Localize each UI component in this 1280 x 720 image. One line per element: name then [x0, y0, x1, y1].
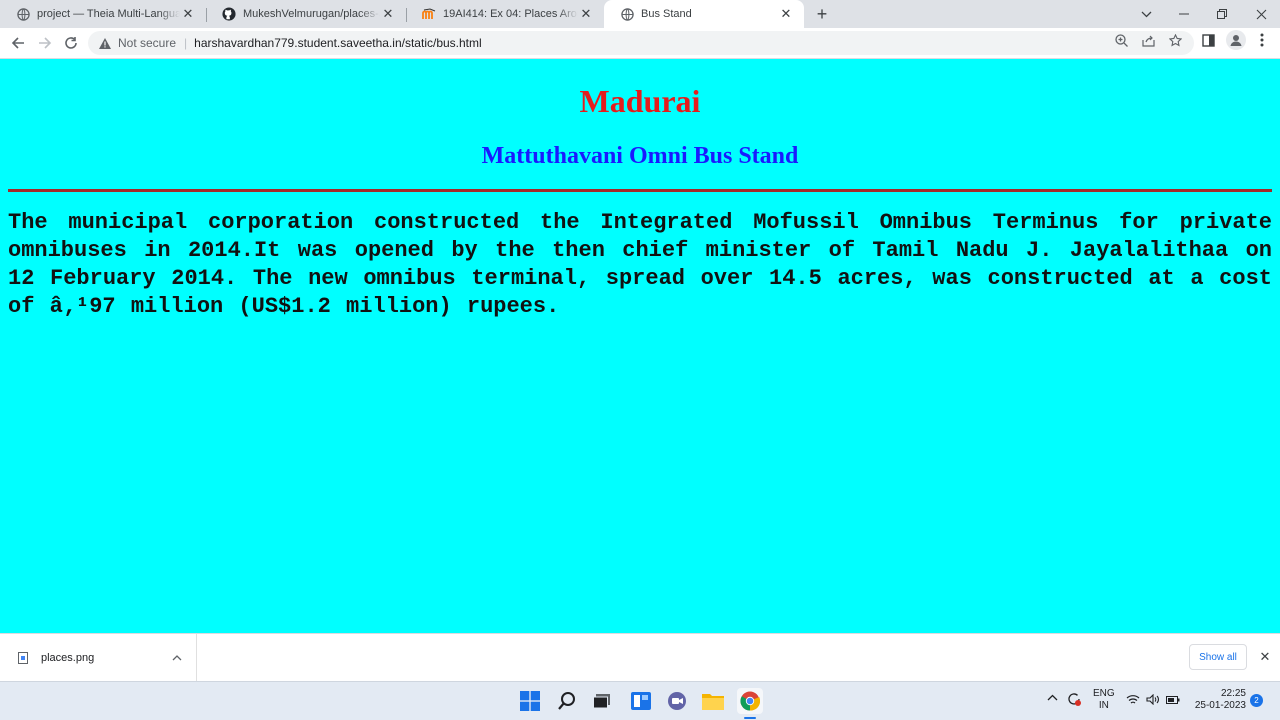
search-icon[interactable] — [554, 688, 580, 714]
download-file-name[interactable]: places.png — [41, 652, 172, 664]
close-icon[interactable]: ✕ — [380, 6, 396, 22]
tab-github[interactable]: MukeshVelmurugan/places-arou ✕ — [206, 0, 406, 28]
divider: | — [184, 36, 188, 50]
notification-badge[interactable]: 2 — [1250, 694, 1263, 707]
region-code: IN — [1098, 700, 1109, 711]
address-bar[interactable]: Not secure | harshavardhan779.student.sa… — [88, 31, 1194, 55]
clock-time: 22:25 — [1220, 688, 1246, 699]
task-view-icon[interactable] — [589, 688, 615, 714]
chevron-up-icon[interactable] — [1047, 693, 1058, 704]
clock[interactable]: 22:25 25-01-2023 — [1190, 688, 1246, 712]
volume-icon[interactable] — [1146, 693, 1159, 708]
widgets-icon[interactable] — [628, 688, 654, 714]
wifi-icon[interactable] — [1126, 694, 1140, 708]
windows-start-icon[interactable] — [517, 688, 543, 714]
zoom-icon[interactable] — [1113, 32, 1129, 48]
teams-chat-icon[interactable] — [664, 688, 690, 714]
reload-icon[interactable] — [60, 32, 82, 54]
tab-title: Bus Stand — [641, 8, 692, 20]
close-icon[interactable]: ✕ — [578, 6, 594, 22]
github-icon — [222, 7, 236, 21]
tab-title: MukeshVelmurugan/places-arou — [243, 8, 380, 20]
url-text[interactable]: harshavardhan779.student.saveetha.in/sta… — [194, 36, 482, 50]
kebab-menu-icon[interactable] — [1254, 32, 1270, 48]
close-window-icon[interactable] — [1242, 0, 1280, 28]
file-explorer-icon[interactable] — [700, 688, 726, 714]
download-item[interactable]: places.png — [0, 634, 197, 681]
side-panel-icon[interactable] — [1200, 32, 1216, 48]
sync-icon[interactable] — [1066, 691, 1082, 710]
show-all-button[interactable]: Show all — [1189, 644, 1247, 670]
forward-icon[interactable] — [34, 32, 56, 54]
bookmark-star-icon[interactable] — [1167, 32, 1183, 48]
tab-title: project — Theia Multi-Language — [37, 8, 180, 20]
close-icon[interactable]: ✕ — [180, 6, 196, 22]
browser-toolbar: Not secure | harshavardhan779.student.sa… — [0, 28, 1280, 59]
page-content: Madurai Mattuthavani Omni Bus Stand The … — [0, 59, 1280, 633]
back-icon[interactable] — [7, 32, 29, 54]
description-paragraph: The municipal corporation constructed th… — [8, 210, 1272, 319]
profile-avatar-icon[interactable] — [1226, 30, 1246, 50]
close-icon[interactable]: ✕ — [1256, 648, 1274, 666]
share-icon[interactable] — [1140, 32, 1156, 48]
chevron-down-icon[interactable] — [1127, 0, 1165, 28]
security-label[interactable]: Not secure — [118, 36, 176, 50]
page-heading: Madurai — [579, 83, 701, 119]
language-code: ENG — [1093, 688, 1115, 699]
clock-date: 25-01-2023 — [1194, 700, 1246, 711]
globe-icon — [16, 7, 30, 21]
restore-icon[interactable] — [1203, 0, 1241, 28]
tab-bus-stand[interactable]: Bus Stand ✕ — [604, 0, 804, 28]
page-subheading: Mattuthavani Omni Bus Stand — [481, 143, 799, 169]
windows-taskbar: ENG IN 22:25 25-01-2023 2 — [0, 681, 1280, 720]
tab-title: 19AI414: Ex 04: Places Around M — [443, 8, 578, 20]
tab-strip: project — Theia Multi-Language ✕ MukeshV… — [0, 0, 1280, 28]
close-icon[interactable]: ✕ — [778, 6, 794, 22]
chrome-icon[interactable] — [737, 688, 763, 714]
download-bar: places.png Show all ✕ — [0, 633, 1280, 681]
moodle-icon — [422, 7, 436, 21]
new-tab-button[interactable]: + — [812, 4, 832, 24]
minimize-icon[interactable] — [1165, 0, 1203, 28]
language-indicator[interactable]: ENG IN — [1093, 688, 1115, 712]
tab-theia[interactable]: project — Theia Multi-Language ✕ — [0, 0, 206, 28]
tab-moodle[interactable]: 19AI414: Ex 04: Places Around M ✕ — [406, 0, 604, 28]
horizontal-rule — [8, 189, 1272, 192]
image-file-icon — [18, 651, 28, 664]
warning-icon[interactable] — [98, 37, 112, 49]
chevron-up-icon[interactable] — [172, 652, 182, 664]
active-app-indicator — [744, 717, 756, 719]
globe-icon — [620, 7, 634, 21]
battery-icon[interactable] — [1166, 696, 1180, 707]
